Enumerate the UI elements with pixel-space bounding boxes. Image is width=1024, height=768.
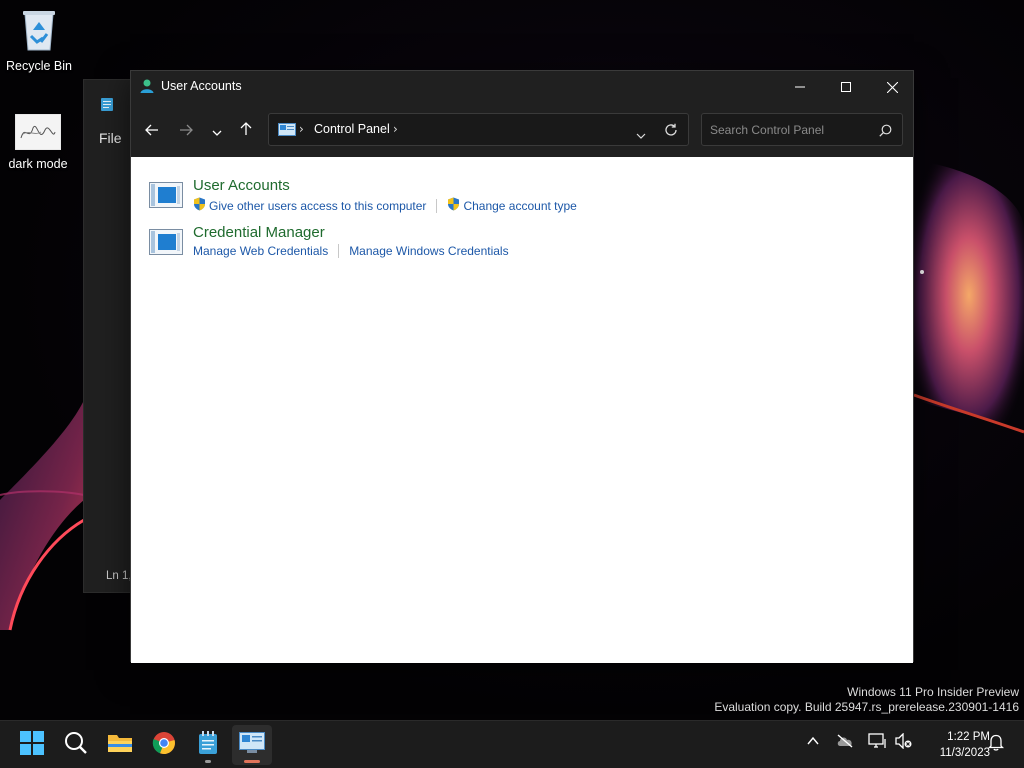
category-user-accounts: User Accounts Give other users access to… bbox=[149, 177, 889, 217]
close-button[interactable] bbox=[869, 71, 915, 103]
address-bar[interactable]: › Control Panel › bbox=[268, 113, 689, 146]
uac-shield-icon bbox=[193, 197, 206, 214]
taskbar: 1:22 PM 11/3/2023 bbox=[0, 720, 1024, 768]
notification-center-button[interactable] bbox=[987, 733, 1005, 755]
chevron-up-icon bbox=[806, 733, 820, 752]
breadcrumb-control-panel[interactable]: Control Panel bbox=[314, 122, 390, 136]
refresh-icon[interactable] bbox=[664, 122, 678, 141]
link-label[interactable]: Give other users access to this computer bbox=[209, 199, 426, 213]
volume-muted-icon bbox=[894, 732, 912, 753]
onedrive-offline-icon bbox=[836, 733, 854, 752]
credential-manager-category-icon[interactable] bbox=[149, 229, 183, 261]
start-button[interactable] bbox=[12, 725, 52, 765]
desktop-icon-label: Recycle Bin bbox=[6, 59, 72, 73]
breadcrumb-separator-icon[interactable]: › bbox=[393, 122, 398, 136]
running-indicator bbox=[205, 760, 211, 763]
taskbar-control-panel[interactable] bbox=[232, 725, 272, 765]
notepad-status-text: Ln 1, bbox=[106, 570, 132, 582]
mouse-cursor-icon bbox=[352, 762, 360, 768]
active-indicator bbox=[244, 760, 260, 763]
show-hidden-icons-button[interactable] bbox=[806, 733, 820, 752]
window-titlebar[interactable]: User Accounts bbox=[131, 71, 913, 103]
notepad-icon bbox=[100, 96, 114, 116]
user-accounts-icon bbox=[139, 78, 155, 98]
taskbar-chrome[interactable] bbox=[144, 725, 184, 765]
taskbar-clock[interactable]: 1:22 PM 11/3/2023 bbox=[915, 729, 990, 761]
clock-date: 11/3/2023 bbox=[939, 747, 990, 759]
image-thumbnail-icon bbox=[14, 113, 62, 153]
evaluation-watermark: Windows 11 Pro Insider Preview Evaluatio… bbox=[714, 685, 1019, 715]
category-links: Give other users access to this computer… bbox=[193, 197, 577, 214]
network-tray-button[interactable] bbox=[868, 733, 886, 753]
up-button[interactable] bbox=[232, 116, 260, 144]
clock-time: 1:22 PM bbox=[947, 731, 990, 743]
chrome-icon bbox=[152, 731, 176, 759]
category-credential-manager: Credential Manager Manage Web Credential… bbox=[149, 224, 889, 264]
search-icon[interactable] bbox=[879, 122, 892, 141]
link-divider bbox=[436, 198, 438, 213]
search-box[interactable] bbox=[701, 113, 903, 146]
notification-bell-icon bbox=[987, 734, 1005, 755]
manage-web-credentials-link[interactable]: Manage Web Credentials bbox=[193, 244, 328, 258]
maximize-button[interactable] bbox=[823, 71, 869, 103]
taskbar-notepad[interactable] bbox=[188, 725, 228, 765]
breadcrumb-separator-icon: › bbox=[299, 122, 304, 136]
watermark-line-1: Windows 11 Pro Insider Preview bbox=[847, 685, 1019, 699]
start-icon bbox=[20, 731, 44, 759]
taskbar-file-explorer[interactable] bbox=[100, 725, 140, 765]
give-access-link[interactable]: Give other users access to this computer bbox=[193, 197, 426, 214]
category-title[interactable]: Credential Manager bbox=[193, 224, 325, 241]
link-label[interactable]: Change account type bbox=[463, 199, 576, 213]
address-dropdown-icon[interactable] bbox=[636, 124, 646, 143]
navigation-bar: › Control Panel › bbox=[131, 103, 913, 157]
back-arrow-icon bbox=[145, 121, 159, 140]
chevron-down-icon bbox=[212, 121, 222, 140]
maximize-icon bbox=[841, 82, 851, 92]
watermark-line-2: Evaluation copy. Build 25947.rs_prerelea… bbox=[714, 700, 1019, 714]
back-button[interactable] bbox=[138, 116, 166, 144]
desktop-icon-label: dark mode bbox=[8, 157, 68, 171]
minimize-button[interactable] bbox=[777, 71, 823, 103]
notepad-icon bbox=[198, 731, 218, 759]
file-explorer-icon bbox=[107, 732, 133, 758]
onedrive-tray-button[interactable] bbox=[836, 733, 854, 752]
category-title[interactable]: User Accounts bbox=[193, 177, 290, 194]
control-panel-icon bbox=[239, 732, 265, 758]
user-accounts-window: User Accounts › Control Panel › Search C… bbox=[130, 70, 914, 663]
category-links: Manage Web Credentials Manage Windows Cr… bbox=[193, 244, 509, 258]
recycle-bin-icon bbox=[19, 8, 59, 55]
user-accounts-category-icon[interactable] bbox=[149, 182, 183, 214]
search-icon bbox=[64, 731, 88, 759]
recent-locations-button[interactable] bbox=[203, 116, 231, 144]
desktop-icon-recycle-bin[interactable]: Recycle Bin bbox=[1, 8, 77, 73]
up-arrow-icon bbox=[240, 121, 252, 140]
taskbar-search-button[interactable] bbox=[56, 725, 96, 765]
change-account-type-link[interactable]: Change account type bbox=[447, 197, 577, 214]
close-icon bbox=[886, 81, 898, 93]
content-pane: User Accounts Give other users access to… bbox=[131, 157, 913, 663]
desktop-icon-dark-mode[interactable]: dark mode bbox=[0, 113, 76, 171]
notepad-file-menu[interactable]: File bbox=[99, 130, 122, 146]
forward-button[interactable] bbox=[172, 116, 200, 144]
search-input[interactable] bbox=[710, 121, 870, 139]
forward-arrow-icon bbox=[179, 121, 193, 140]
control-panel-icon bbox=[278, 122, 296, 141]
volume-tray-button[interactable] bbox=[894, 732, 912, 753]
network-icon bbox=[868, 733, 886, 753]
minimize-icon bbox=[795, 82, 805, 92]
link-divider bbox=[338, 244, 340, 258]
manage-windows-credentials-link[interactable]: Manage Windows Credentials bbox=[349, 244, 508, 258]
uac-shield-icon bbox=[447, 197, 460, 214]
window-title: User Accounts bbox=[161, 79, 242, 93]
